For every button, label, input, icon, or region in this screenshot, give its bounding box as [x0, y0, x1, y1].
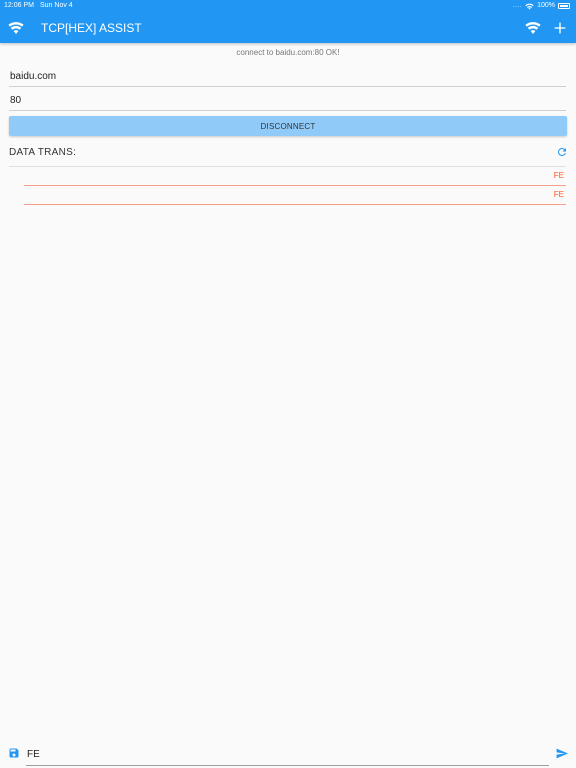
data-section-title: DATA TRANS: — [9, 147, 77, 158]
status-time: 12:06 PM — [4, 2, 34, 9]
battery-percent: 100% — [537, 2, 555, 9]
signal-dots: .... — [512, 2, 523, 9]
host-input[interactable] — [9, 67, 566, 87]
toolbar: TCP[HEX] ASSIST — [0, 12, 576, 43]
data-row[interactable]: FE — [24, 167, 566, 186]
data-row-value: FE — [553, 171, 564, 180]
wifi-icon[interactable] — [8, 20, 24, 36]
refresh-icon[interactable] — [556, 146, 568, 158]
wifi-icon[interactable] — [525, 20, 541, 36]
plus-icon[interactable] — [552, 20, 568, 36]
status-right-group: .... 100% — [512, 0, 570, 12]
disconnect-button[interactable]: DISCONNECT — [9, 116, 567, 136]
port-input[interactable] — [9, 91, 566, 111]
send-bar — [0, 742, 576, 768]
send-input[interactable] — [26, 744, 549, 766]
save-icon[interactable] — [8, 747, 20, 759]
data-row[interactable]: FE — [24, 186, 566, 205]
data-list: FE FE — [24, 167, 566, 205]
connection-status-message: connect to baidu.com:80 OK! — [236, 48, 340, 57]
app-bar: 12:06 PM Sun Nov 4 .... 100% TCP[HEX] AS… — [0, 0, 576, 43]
send-icon[interactable] — [555, 747, 569, 760]
data-row-value: FE — [553, 190, 564, 199]
status-date: Sun Nov 4 — [40, 2, 73, 9]
battery-icon — [558, 3, 570, 9]
wifi-icon — [525, 3, 534, 9]
status-bar: 12:06 PM Sun Nov 4 .... 100% — [0, 0, 576, 12]
app-title: TCP[HEX] ASSIST — [41, 21, 142, 35]
